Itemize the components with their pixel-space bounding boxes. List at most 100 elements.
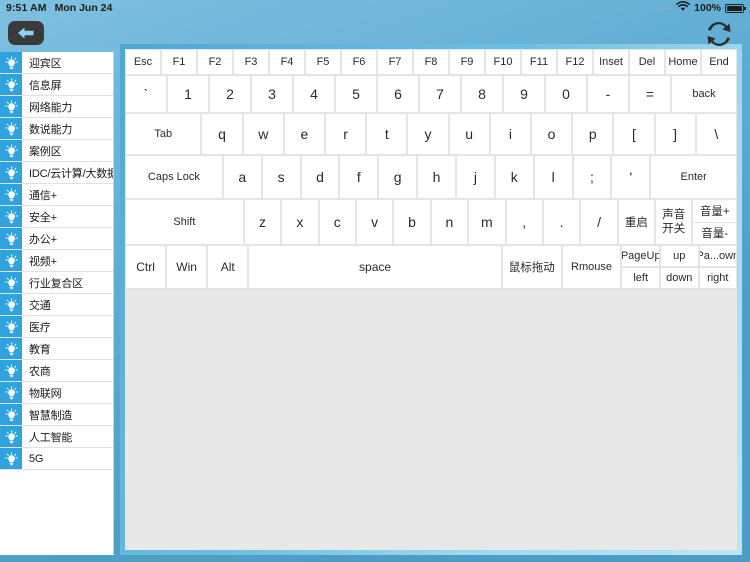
key-f1[interactable]: F1	[161, 49, 197, 75]
key-end[interactable]: End	[701, 49, 737, 75]
key-1[interactable]: 1	[167, 75, 209, 113]
key-backslash[interactable]: \	[695, 113, 737, 155]
key-equals[interactable]: =	[629, 75, 671, 113]
key-inset[interactable]: Inset	[593, 49, 629, 75]
key-tab[interactable]: Tab	[125, 113, 202, 155]
key-j[interactable]: j	[455, 155, 495, 199]
key-caps-lock[interactable]: Caps Lock	[125, 155, 223, 199]
sidebar-item[interactable]: 智慧制造	[0, 404, 113, 426]
key-f9[interactable]: F9	[449, 49, 485, 75]
key-rmouse[interactable]: Rmouse	[561, 245, 622, 289]
key-semicolon[interactable]: ;	[572, 155, 612, 199]
key-m[interactable]: m	[468, 199, 506, 245]
key-0[interactable]: 0	[545, 75, 587, 113]
key-f5[interactable]: F5	[305, 49, 341, 75]
key-3[interactable]: 3	[251, 75, 293, 113]
key-slash[interactable]: /	[580, 199, 618, 245]
key-enter[interactable]: Enter	[650, 155, 738, 199]
key-f12[interactable]: F12	[557, 49, 593, 75]
key-a[interactable]: a	[222, 155, 262, 199]
key-arrow-left[interactable]: left	[621, 267, 660, 289]
key-bracket-right[interactable]: ]	[654, 113, 696, 155]
key-e[interactable]: e	[283, 113, 326, 155]
key-alt[interactable]: Alt	[207, 245, 249, 289]
key-w[interactable]: w	[242, 113, 284, 155]
key-f3[interactable]: F3	[233, 49, 269, 75]
key-bracket-left[interactable]: [	[613, 113, 655, 155]
key-g[interactable]: g	[378, 155, 418, 199]
key-鼠标拖动[interactable]: 鼠标拖动	[501, 245, 562, 289]
key-n[interactable]: n	[430, 199, 469, 245]
key-shift[interactable]: Shift	[125, 199, 244, 245]
key-2[interactable]: 2	[209, 75, 251, 113]
key-6[interactable]: 6	[377, 75, 419, 113]
key-u[interactable]: u	[448, 113, 490, 155]
key-quote[interactable]: '	[611, 155, 651, 199]
sidebar-item[interactable]: 物联网	[0, 382, 113, 404]
key-pagedown[interactable]: Pa...own	[698, 245, 738, 267]
key-p[interactable]: p	[572, 113, 614, 155]
key-comma[interactable]: ,	[505, 199, 543, 245]
key-f[interactable]: f	[339, 155, 379, 199]
sidebar-item[interactable]: 办公+	[0, 228, 113, 250]
sidebar-item[interactable]: 农商	[0, 360, 113, 382]
key-f4[interactable]: F4	[269, 49, 305, 75]
key-f8[interactable]: F8	[413, 49, 449, 75]
sidebar-item[interactable]: 行业复合区	[0, 272, 113, 294]
sidebar-item[interactable]: 视频+	[0, 250, 113, 272]
key-arrow-right[interactable]: right	[698, 267, 738, 289]
key-ctrl[interactable]: Ctrl	[125, 245, 167, 289]
refresh-button[interactable]	[702, 19, 736, 49]
key-z[interactable]: z	[243, 199, 282, 245]
key-back[interactable]: back	[671, 75, 737, 113]
key-period[interactable]: .	[542, 199, 581, 245]
key-x[interactable]: x	[281, 199, 319, 245]
sidebar-item[interactable]: 案例区	[0, 140, 113, 162]
key-9[interactable]: 9	[503, 75, 545, 113]
key-d[interactable]: d	[300, 155, 340, 199]
key-pageup[interactable]: PageUp	[621, 245, 660, 267]
key-del[interactable]: Del	[629, 49, 665, 75]
key-win[interactable]: Win	[166, 245, 208, 289]
key-c[interactable]: c	[318, 199, 356, 245]
key-volume-down[interactable]: 音量-	[693, 223, 735, 245]
key-minus[interactable]: -	[587, 75, 629, 113]
key-q[interactable]: q	[201, 113, 243, 155]
key-home[interactable]: Home	[665, 49, 701, 75]
sidebar-item[interactable]: 安全+	[0, 206, 113, 228]
sidebar-item[interactable]: 网络能力	[0, 96, 113, 118]
key-5[interactable]: 5	[335, 75, 377, 113]
sidebar-item[interactable]: 信息屏	[0, 74, 113, 96]
key-y[interactable]: y	[407, 113, 449, 155]
key-space[interactable]: space	[248, 245, 502, 289]
key-arrow-up[interactable]: up	[659, 245, 699, 267]
key-v[interactable]: v	[355, 199, 394, 245]
key-o[interactable]: o	[530, 113, 573, 155]
key-arrow-down[interactable]: down	[659, 267, 699, 289]
key-重启[interactable]: 重启	[617, 199, 656, 245]
key-r[interactable]: r	[325, 113, 367, 155]
key-sound-toggle[interactable]: 声音 开关	[655, 199, 693, 245]
sidebar-item[interactable]: 交通	[0, 294, 113, 316]
key-f2[interactable]: F2	[197, 49, 233, 75]
key-4[interactable]: 4	[293, 75, 335, 113]
key-l[interactable]: l	[533, 155, 573, 199]
key-b[interactable]: b	[393, 199, 431, 245]
key-h[interactable]: h	[417, 155, 456, 199]
key-i[interactable]: i	[489, 113, 531, 155]
key-f11[interactable]: F11	[521, 49, 557, 75]
key-backtick[interactable]: `	[125, 75, 167, 113]
sidebar-item[interactable]: 教育	[0, 338, 113, 360]
sidebar-item[interactable]: IDC/云计算/大数据	[0, 162, 113, 184]
key-f7[interactable]: F7	[377, 49, 413, 75]
sidebar-item[interactable]: 通信+	[0, 184, 113, 206]
key-esc[interactable]: Esc	[125, 49, 161, 75]
back-button[interactable]	[8, 21, 44, 45]
sidebar-item[interactable]: 数说能力	[0, 118, 113, 140]
key-t[interactable]: t	[366, 113, 408, 155]
key-volume-up[interactable]: 音量+	[693, 200, 736, 223]
key-k[interactable]: k	[494, 155, 534, 199]
sidebar-item[interactable]: 5G	[0, 448, 113, 470]
key-8[interactable]: 8	[461, 75, 503, 113]
key-s[interactable]: s	[261, 155, 301, 199]
